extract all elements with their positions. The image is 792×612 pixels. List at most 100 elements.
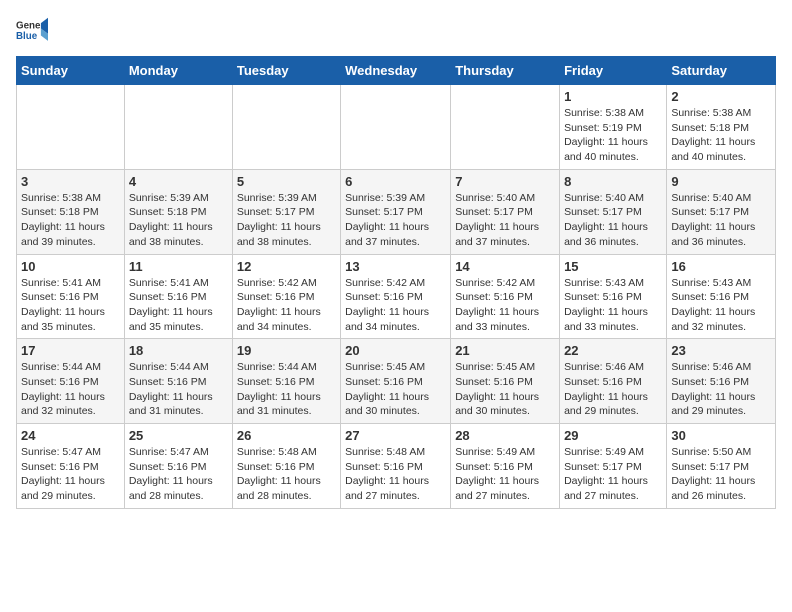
- day-info: Sunrise: 5:45 AM Sunset: 5:16 PM Dayligh…: [455, 360, 555, 419]
- day-info: Sunrise: 5:49 AM Sunset: 5:17 PM Dayligh…: [564, 445, 662, 504]
- day-info: Sunrise: 5:40 AM Sunset: 5:17 PM Dayligh…: [564, 191, 662, 250]
- day-info: Sunrise: 5:49 AM Sunset: 5:16 PM Dayligh…: [455, 445, 555, 504]
- day-number: 8: [564, 174, 662, 189]
- calendar-header: SundayMondayTuesdayWednesdayThursdayFrid…: [17, 57, 776, 85]
- calendar-cell: 10 Sunrise: 5:41 AM Sunset: 5:16 PM Dayli…: [17, 254, 125, 339]
- calendar-body: 1 Sunrise: 5:38 AM Sunset: 5:19 PM Daylig…: [17, 85, 776, 509]
- day-number: 19: [237, 343, 336, 358]
- day-info: Sunrise: 5:38 AM Sunset: 5:19 PM Dayligh…: [564, 106, 662, 165]
- day-number: 23: [671, 343, 771, 358]
- day-info: Sunrise: 5:44 AM Sunset: 5:16 PM Dayligh…: [129, 360, 228, 419]
- calendar-cell: 30 Sunrise: 5:50 AM Sunset: 5:17 PM Dayli…: [667, 424, 776, 509]
- calendar-cell: 17 Sunrise: 5:44 AM Sunset: 5:16 PM Dayli…: [17, 339, 125, 424]
- day-number: 11: [129, 259, 228, 274]
- calendar-cell: 12 Sunrise: 5:42 AM Sunset: 5:16 PM Dayli…: [232, 254, 340, 339]
- calendar-week-1: 3 Sunrise: 5:38 AM Sunset: 5:18 PM Daylig…: [17, 169, 776, 254]
- calendar-cell: 13Sunrise: 5:42 AM Sunset: 5:16 PM Dayli…: [341, 254, 451, 339]
- day-info: Sunrise: 5:46 AM Sunset: 5:16 PM Dayligh…: [671, 360, 771, 419]
- weekday-header-sunday: Sunday: [17, 57, 125, 85]
- day-number: 15: [564, 259, 662, 274]
- day-info: Sunrise: 5:41 AM Sunset: 5:16 PM Dayligh…: [129, 276, 228, 335]
- day-number: 6: [345, 174, 446, 189]
- calendar-cell: 6 Sunrise: 5:39 AM Sunset: 5:17 PM Daylig…: [341, 169, 451, 254]
- calendar-cell: 19 Sunrise: 5:44 AM Sunset: 5:16 PM Dayli…: [232, 339, 340, 424]
- day-number: 9: [671, 174, 771, 189]
- day-number: 12: [237, 259, 336, 274]
- day-info: Sunrise: 5:42 AM Sunset: 5:16 PM Dayligh…: [345, 276, 446, 335]
- calendar-week-2: 10 Sunrise: 5:41 AM Sunset: 5:16 PM Dayli…: [17, 254, 776, 339]
- day-number: 18: [129, 343, 228, 358]
- day-number: 14: [455, 259, 555, 274]
- calendar-cell: 23 Sunrise: 5:46 AM Sunset: 5:16 PM Dayli…: [667, 339, 776, 424]
- day-number: 20: [345, 343, 446, 358]
- day-number: 28: [455, 428, 555, 443]
- day-info: Sunrise: 5:39 AM Sunset: 5:17 PM Dayligh…: [237, 191, 336, 250]
- logo: General Blue: [16, 16, 48, 48]
- calendar-cell: 28 Sunrise: 5:49 AM Sunset: 5:16 PM Dayli…: [451, 424, 560, 509]
- calendar-cell: [124, 85, 232, 170]
- calendar-cell: 8 Sunrise: 5:40 AM Sunset: 5:17 PM Daylig…: [560, 169, 667, 254]
- day-number: 30: [671, 428, 771, 443]
- day-number: 1: [564, 89, 662, 104]
- calendar-week-3: 17 Sunrise: 5:44 AM Sunset: 5:16 PM Dayli…: [17, 339, 776, 424]
- day-info: Sunrise: 5:48 AM Sunset: 5:16 PM Dayligh…: [345, 445, 446, 504]
- day-info: Sunrise: 5:40 AM Sunset: 5:17 PM Dayligh…: [455, 191, 555, 250]
- weekday-header-row: SundayMondayTuesdayWednesdayThursdayFrid…: [17, 57, 776, 85]
- calendar-week-0: 1 Sunrise: 5:38 AM Sunset: 5:19 PM Daylig…: [17, 85, 776, 170]
- day-number: 25: [129, 428, 228, 443]
- calendar-cell: 21 Sunrise: 5:45 AM Sunset: 5:16 PM Dayli…: [451, 339, 560, 424]
- calendar-cell: 15 Sunrise: 5:43 AM Sunset: 5:16 PM Dayli…: [560, 254, 667, 339]
- day-info: Sunrise: 5:50 AM Sunset: 5:17 PM Dayligh…: [671, 445, 771, 504]
- weekday-header-monday: Monday: [124, 57, 232, 85]
- day-number: 5: [237, 174, 336, 189]
- logo-icon: General Blue: [16, 16, 48, 48]
- calendar-cell: 26 Sunrise: 5:48 AM Sunset: 5:16 PM Dayli…: [232, 424, 340, 509]
- day-info: Sunrise: 5:44 AM Sunset: 5:16 PM Dayligh…: [21, 360, 120, 419]
- day-info: Sunrise: 5:47 AM Sunset: 5:16 PM Dayligh…: [21, 445, 120, 504]
- weekday-header-thursday: Thursday: [451, 57, 560, 85]
- day-number: 3: [21, 174, 120, 189]
- header: General Blue: [16, 16, 776, 48]
- day-info: Sunrise: 5:38 AM Sunset: 5:18 PM Dayligh…: [21, 191, 120, 250]
- day-number: 21: [455, 343, 555, 358]
- day-info: Sunrise: 5:43 AM Sunset: 5:16 PM Dayligh…: [564, 276, 662, 335]
- day-number: 26: [237, 428, 336, 443]
- calendar-table: SundayMondayTuesdayWednesdayThursdayFrid…: [16, 56, 776, 509]
- weekday-header-wednesday: Wednesday: [341, 57, 451, 85]
- calendar-cell: 14 Sunrise: 5:42 AM Sunset: 5:16 PM Dayli…: [451, 254, 560, 339]
- day-number: 10: [21, 259, 120, 274]
- calendar-cell: 25Sunrise: 5:47 AM Sunset: 5:16 PM Dayli…: [124, 424, 232, 509]
- day-number: 24: [21, 428, 120, 443]
- calendar-cell: 24 Sunrise: 5:47 AM Sunset: 5:16 PM Dayli…: [17, 424, 125, 509]
- day-number: 27: [345, 428, 446, 443]
- calendar-cell: 27 Sunrise: 5:48 AM Sunset: 5:16 PM Dayli…: [341, 424, 451, 509]
- day-info: Sunrise: 5:42 AM Sunset: 5:16 PM Dayligh…: [237, 276, 336, 335]
- calendar-cell: 3 Sunrise: 5:38 AM Sunset: 5:18 PM Daylig…: [17, 169, 125, 254]
- day-info: Sunrise: 5:40 AM Sunset: 5:17 PM Dayligh…: [671, 191, 771, 250]
- calendar-cell: [341, 85, 451, 170]
- day-info: Sunrise: 5:41 AM Sunset: 5:16 PM Dayligh…: [21, 276, 120, 335]
- day-info: Sunrise: 5:38 AM Sunset: 5:18 PM Dayligh…: [671, 106, 771, 165]
- day-info: Sunrise: 5:48 AM Sunset: 5:16 PM Dayligh…: [237, 445, 336, 504]
- calendar-cell: 11 Sunrise: 5:41 AM Sunset: 5:16 PM Dayli…: [124, 254, 232, 339]
- weekday-header-tuesday: Tuesday: [232, 57, 340, 85]
- day-number: 2: [671, 89, 771, 104]
- calendar-cell: [17, 85, 125, 170]
- weekday-header-saturday: Saturday: [667, 57, 776, 85]
- calendar-cell: 4Sunrise: 5:39 AM Sunset: 5:18 PM Daylig…: [124, 169, 232, 254]
- calendar-cell: 7Sunrise: 5:40 AM Sunset: 5:17 PM Daylig…: [451, 169, 560, 254]
- day-number: 17: [21, 343, 120, 358]
- day-info: Sunrise: 5:44 AM Sunset: 5:16 PM Dayligh…: [237, 360, 336, 419]
- day-info: Sunrise: 5:43 AM Sunset: 5:16 PM Dayligh…: [671, 276, 771, 335]
- calendar-cell: [232, 85, 340, 170]
- day-number: 29: [564, 428, 662, 443]
- day-info: Sunrise: 5:45 AM Sunset: 5:16 PM Dayligh…: [345, 360, 446, 419]
- day-number: 22: [564, 343, 662, 358]
- calendar-cell: 16Sunrise: 5:43 AM Sunset: 5:16 PM Dayli…: [667, 254, 776, 339]
- day-info: Sunrise: 5:42 AM Sunset: 5:16 PM Dayligh…: [455, 276, 555, 335]
- calendar-cell: 22Sunrise: 5:46 AM Sunset: 5:16 PM Dayli…: [560, 339, 667, 424]
- day-info: Sunrise: 5:39 AM Sunset: 5:17 PM Dayligh…: [345, 191, 446, 250]
- calendar-cell: 9 Sunrise: 5:40 AM Sunset: 5:17 PM Daylig…: [667, 169, 776, 254]
- calendar-cell: 18 Sunrise: 5:44 AM Sunset: 5:16 PM Dayli…: [124, 339, 232, 424]
- calendar-cell: 2 Sunrise: 5:38 AM Sunset: 5:18 PM Daylig…: [667, 85, 776, 170]
